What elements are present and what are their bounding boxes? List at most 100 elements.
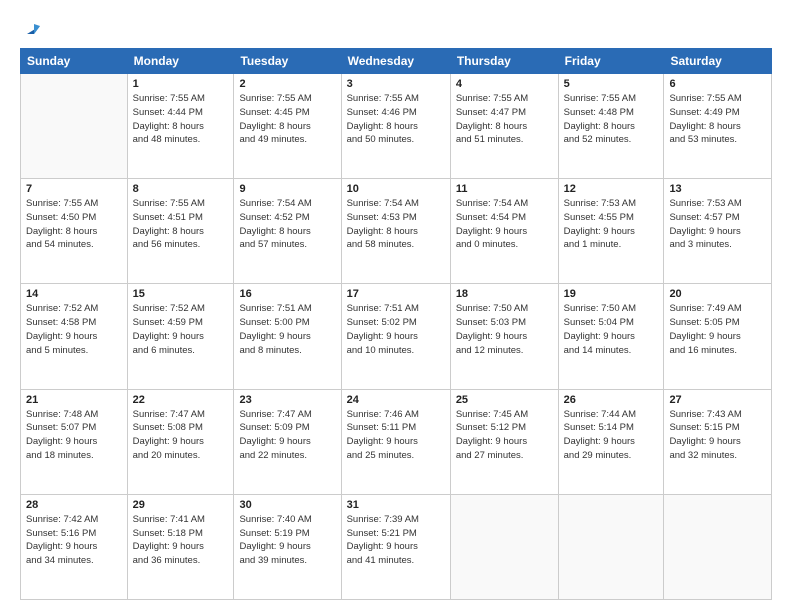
day-info: Sunrise: 7:49 AMSunset: 5:05 PMDaylight:… (669, 302, 766, 357)
calendar-cell: 6Sunrise: 7:55 AMSunset: 4:49 PMDaylight… (664, 74, 772, 179)
calendar-cell: 18Sunrise: 7:50 AMSunset: 5:03 PMDayligh… (450, 284, 558, 389)
calendar-cell: 30Sunrise: 7:40 AMSunset: 5:19 PMDayligh… (234, 494, 341, 599)
calendar-table: SundayMondayTuesdayWednesdayThursdayFrid… (20, 48, 772, 600)
day-number: 26 (564, 394, 659, 406)
day-number: 28 (26, 499, 122, 511)
calendar-cell: 31Sunrise: 7:39 AMSunset: 5:21 PMDayligh… (341, 494, 450, 599)
day-number: 3 (347, 78, 445, 90)
day-number: 6 (669, 78, 766, 90)
day-of-week-thursday: Thursday (450, 49, 558, 74)
day-info: Sunrise: 7:43 AMSunset: 5:15 PMDaylight:… (669, 408, 766, 463)
calendar-cell: 1 Sunrise: 7:55 AMSunset: 4:44 PMDaylight… (127, 74, 234, 179)
calendar-cell: 28 Sunrise: 7:42 AMSunset: 5:16 PMDayligh… (21, 494, 128, 599)
day-info: Sunrise: 7:52 AMSunset: 4:58 PMDaylight:… (26, 302, 122, 357)
header (20, 16, 772, 38)
day-info: Sunrise: 7:45 AMSunset: 5:12 PMDaylight:… (456, 408, 553, 463)
day-info: Sunrise: 7:50 AMSunset: 5:04 PMDaylight:… (564, 302, 659, 357)
day-info: Sunrise: 7:55 AMSunset: 4:45 PMDaylight:… (239, 92, 335, 147)
day-info: Sunrise: 7:40 AMSunset: 5:19 PMDaylight:… (239, 513, 335, 568)
calendar-cell: 27Sunrise: 7:43 AMSunset: 5:15 PMDayligh… (664, 389, 772, 494)
day-info: Sunrise: 7:46 AMSunset: 5:11 PMDaylight:… (347, 408, 445, 463)
day-of-week-saturday: Saturday (664, 49, 772, 74)
calendar-cell: 17 Sunrise: 7:51 AMSunset: 5:02 PMDayligh… (341, 284, 450, 389)
calendar-header-row: SundayMondayTuesdayWednesdayThursdayFrid… (21, 49, 772, 74)
calendar-cell: 22 Sunrise: 7:47 AMSunset: 5:08 PMDayligh… (127, 389, 234, 494)
calendar-cell (664, 494, 772, 599)
week-row-1: 1 Sunrise: 7:55 AMSunset: 4:44 PMDaylight… (21, 74, 772, 179)
day-info: Sunrise: 7:55 AMSunset: 4:46 PMDaylight:… (347, 92, 445, 147)
week-row-2: 7 Sunrise: 7:55 AMSunset: 4:50 PMDaylight… (21, 179, 772, 284)
logo-icon (22, 16, 44, 38)
day-of-week-tuesday: Tuesday (234, 49, 341, 74)
calendar-cell: 16 Sunrise: 7:51 AMSunset: 5:00 PMDayligh… (234, 284, 341, 389)
week-row-3: 14 Sunrise: 7:52 AMSunset: 4:58 PMDayligh… (21, 284, 772, 389)
calendar-cell: 26Sunrise: 7:44 AMSunset: 5:14 PMDayligh… (558, 389, 664, 494)
day-info: Sunrise: 7:55 AMSunset: 4:50 PMDaylight:… (26, 197, 122, 252)
day-info: Sunrise: 7:51 AMSunset: 5:02 PMDaylight:… (347, 302, 445, 357)
day-info: Sunrise: 7:55 AMSunset: 4:44 PMDaylight:… (133, 92, 229, 147)
calendar-cell (21, 74, 128, 179)
day-number: 15 (133, 288, 229, 300)
day-number: 13 (669, 183, 766, 195)
calendar-cell (450, 494, 558, 599)
day-info: Sunrise: 7:47 AMSunset: 5:08 PMDaylight:… (133, 408, 229, 463)
day-info: Sunrise: 7:51 AMSunset: 5:00 PMDaylight:… (239, 302, 335, 357)
day-number: 5 (564, 78, 659, 90)
day-info: Sunrise: 7:50 AMSunset: 5:03 PMDaylight:… (456, 302, 553, 357)
day-number: 14 (26, 288, 122, 300)
calendar-cell: 8 Sunrise: 7:55 AMSunset: 4:51 PMDaylight… (127, 179, 234, 284)
day-number: 29 (133, 499, 229, 511)
week-row-4: 21Sunrise: 7:48 AMSunset: 5:07 PMDayligh… (21, 389, 772, 494)
calendar-cell (558, 494, 664, 599)
day-info: Sunrise: 7:53 AMSunset: 4:55 PMDaylight:… (564, 197, 659, 252)
day-number: 23 (239, 394, 335, 406)
calendar-cell: 15 Sunrise: 7:52 AMSunset: 4:59 PMDayligh… (127, 284, 234, 389)
calendar-cell: 5 Sunrise: 7:55 AMSunset: 4:48 PMDaylight… (558, 74, 664, 179)
day-number: 21 (26, 394, 122, 406)
day-info: Sunrise: 7:39 AMSunset: 5:21 PMDaylight:… (347, 513, 445, 568)
day-number: 16 (239, 288, 335, 300)
day-number: 20 (669, 288, 766, 300)
day-number: 12 (564, 183, 659, 195)
calendar-cell: 9 Sunrise: 7:54 AMSunset: 4:52 PMDaylight… (234, 179, 341, 284)
day-of-week-sunday: Sunday (21, 49, 128, 74)
day-info: Sunrise: 7:54 AMSunset: 4:53 PMDaylight:… (347, 197, 445, 252)
day-info: Sunrise: 7:55 AMSunset: 4:51 PMDaylight:… (133, 197, 229, 252)
calendar-cell: 7 Sunrise: 7:55 AMSunset: 4:50 PMDaylight… (21, 179, 128, 284)
calendar-cell: 19 Sunrise: 7:50 AMSunset: 5:04 PMDayligh… (558, 284, 664, 389)
day-number: 1 (133, 78, 229, 90)
day-of-week-monday: Monday (127, 49, 234, 74)
day-number: 17 (347, 288, 445, 300)
day-of-week-wednesday: Wednesday (341, 49, 450, 74)
calendar-cell: 14 Sunrise: 7:52 AMSunset: 4:58 PMDayligh… (21, 284, 128, 389)
calendar-cell: 10Sunrise: 7:54 AMSunset: 4:53 PMDayligh… (341, 179, 450, 284)
calendar-cell: 23 Sunrise: 7:47 AMSunset: 5:09 PMDayligh… (234, 389, 341, 494)
day-info: Sunrise: 7:54 AMSunset: 4:52 PMDaylight:… (239, 197, 335, 252)
day-info: Sunrise: 7:41 AMSunset: 5:18 PMDaylight:… (133, 513, 229, 568)
calendar-cell: 2Sunrise: 7:55 AMSunset: 4:45 PMDaylight… (234, 74, 341, 179)
page: SundayMondayTuesdayWednesdayThursdayFrid… (0, 0, 792, 612)
calendar-cell: 12 Sunrise: 7:53 AMSunset: 4:55 PMDayligh… (558, 179, 664, 284)
day-info: Sunrise: 7:47 AMSunset: 5:09 PMDaylight:… (239, 408, 335, 463)
week-row-5: 28 Sunrise: 7:42 AMSunset: 5:16 PMDayligh… (21, 494, 772, 599)
logo (20, 16, 44, 38)
day-info: Sunrise: 7:42 AMSunset: 5:16 PMDaylight:… (26, 513, 122, 568)
day-number: 4 (456, 78, 553, 90)
day-info: Sunrise: 7:55 AMSunset: 4:48 PMDaylight:… (564, 92, 659, 147)
day-info: Sunrise: 7:53 AMSunset: 4:57 PMDaylight:… (669, 197, 766, 252)
day-number: 8 (133, 183, 229, 195)
calendar-cell: 4 Sunrise: 7:55 AMSunset: 4:47 PMDaylight… (450, 74, 558, 179)
day-info: Sunrise: 7:54 AMSunset: 4:54 PMDaylight:… (456, 197, 553, 252)
day-number: 24 (347, 394, 445, 406)
day-number: 25 (456, 394, 553, 406)
calendar-cell: 11Sunrise: 7:54 AMSunset: 4:54 PMDayligh… (450, 179, 558, 284)
calendar-cell: 13 Sunrise: 7:53 AMSunset: 4:57 PMDayligh… (664, 179, 772, 284)
day-info: Sunrise: 7:52 AMSunset: 4:59 PMDaylight:… (133, 302, 229, 357)
calendar-cell: 21Sunrise: 7:48 AMSunset: 5:07 PMDayligh… (21, 389, 128, 494)
day-number: 22 (133, 394, 229, 406)
calendar-cell: 25 Sunrise: 7:45 AMSunset: 5:12 PMDayligh… (450, 389, 558, 494)
day-number: 19 (564, 288, 659, 300)
day-number: 7 (26, 183, 122, 195)
day-info: Sunrise: 7:55 AMSunset: 4:47 PMDaylight:… (456, 92, 553, 147)
day-number: 9 (239, 183, 335, 195)
